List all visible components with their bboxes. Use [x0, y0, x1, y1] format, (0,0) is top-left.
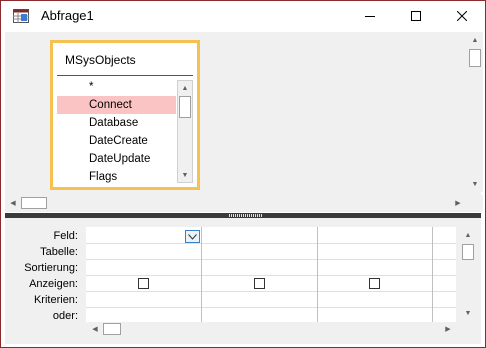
field-list-item[interactable]: * [57, 78, 176, 96]
grid-row-divider [86, 259, 456, 260]
minimize-button[interactable] [347, 1, 393, 31]
field-list-item[interactable]: DateCreate [57, 132, 176, 150]
design-grid-vertical-scrollbar[interactable]: ▲ ▼ [460, 227, 476, 321]
scrollbar-corner [467, 195, 483, 211]
maximize-icon [411, 11, 421, 21]
scroll-down-icon[interactable]: ▼ [461, 306, 475, 320]
row-label-table: Tabelle: [40, 246, 78, 258]
close-button[interactable] [439, 1, 485, 31]
title-bar[interactable]: Abfrage1 [1, 1, 485, 31]
design-grid-row-labels: Feld: Tabelle: Sortierung: Anzeigen: Kri… [5, 228, 81, 324]
row-label-or: oder: [52, 310, 78, 322]
chevron-down-icon [188, 233, 197, 240]
scroll-thumb[interactable] [469, 49, 481, 67]
query-design-window: Abfrage1 MSysObjects * Connect Database … [0, 0, 486, 348]
show-checkbox[interactable] [254, 278, 265, 289]
grid-row-divider [86, 243, 456, 244]
row-label-field: Feld: [53, 230, 78, 242]
field-list-item[interactable]: Flags [57, 168, 176, 186]
scroll-down-icon[interactable]: ▼ [178, 168, 192, 182]
field-list-mysobjects[interactable]: MSysObjects * Connect Database DateCreat… [50, 40, 200, 190]
show-checkbox[interactable] [369, 278, 380, 289]
grid-column-divider [432, 227, 433, 323]
query-datasheet-icon [13, 9, 29, 23]
design-grid-pane[interactable]: Feld: Tabelle: Sortierung: Anzeigen: Kri… [5, 218, 481, 344]
grid-row-divider [86, 275, 456, 276]
row-label-criteria: Kriterien: [33, 294, 78, 306]
scroll-up-icon[interactable]: ▲ [468, 33, 482, 47]
scroll-thumb[interactable] [462, 244, 474, 260]
grid-column-divider [317, 227, 318, 323]
window-title: Abfrage1 [41, 8, 94, 23]
row-label-sort: Sortierung: [24, 262, 78, 274]
field-list-item[interactable]: DateUpdate [57, 150, 176, 168]
table-pane-vertical-scrollbar[interactable]: ▲ ▼ [467, 32, 483, 192]
scroll-left-icon[interactable]: ◀ [6, 196, 20, 210]
scroll-right-icon[interactable]: ▶ [451, 196, 465, 210]
grid-column-divider [201, 227, 202, 323]
scroll-left-icon[interactable]: ◀ [88, 322, 102, 336]
grid-row-divider [86, 307, 456, 308]
maximize-button[interactable] [393, 1, 439, 31]
scroll-up-icon[interactable]: ▲ [178, 81, 192, 95]
show-checkbox[interactable] [138, 278, 149, 289]
row-label-show: Anzeigen: [29, 278, 78, 290]
scroll-right-icon[interactable]: ▶ [441, 322, 455, 336]
scroll-thumb[interactable] [103, 323, 121, 335]
minimize-icon [365, 16, 375, 17]
field-list-item-selected[interactable]: Connect [57, 96, 176, 114]
scroll-thumb[interactable] [21, 197, 47, 209]
close-icon [457, 11, 467, 21]
scroll-down-icon[interactable]: ▼ [468, 177, 482, 191]
scroll-up-icon[interactable]: ▲ [461, 228, 475, 242]
field-dropdown-button[interactable] [185, 230, 200, 243]
splitter-grip-icon[interactable] [229, 214, 263, 217]
table-pane-horizontal-scrollbar[interactable]: ◀ ▶ [5, 195, 467, 211]
field-list-items: * Connect Database DateCreate DateUpdate… [57, 78, 176, 186]
grid-row-divider [86, 291, 456, 292]
table-pane[interactable]: MSysObjects * Connect Database DateCreat… [5, 32, 483, 212]
field-list-scrollbar[interactable]: ▲ ▼ [177, 80, 193, 183]
design-grid[interactable] [86, 227, 456, 323]
design-grid-horizontal-scrollbar[interactable]: ◀ ▶ [87, 322, 456, 337]
field-list-divider [57, 75, 193, 76]
field-list-item[interactable]: Database [57, 114, 176, 132]
field-list-title[interactable]: MSysObjects [65, 53, 136, 67]
scroll-thumb[interactable] [179, 96, 191, 118]
